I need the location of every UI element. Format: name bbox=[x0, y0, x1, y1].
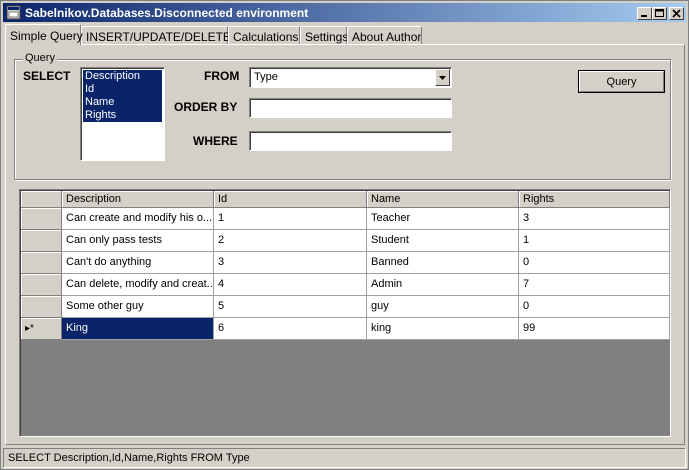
cell-description[interactable]: Can delete, modify and creat... bbox=[62, 274, 214, 296]
where-label: WHERE bbox=[193, 134, 238, 148]
from-value: Type bbox=[254, 71, 278, 83]
minimize-icon bbox=[641, 15, 647, 17]
row-header[interactable] bbox=[21, 252, 62, 274]
table-row[interactable]: Can't do anything 3 Banned 0 bbox=[21, 252, 670, 274]
query-group-label: Query bbox=[23, 52, 57, 64]
tab-about-author[interactable]: About Author bbox=[347, 26, 422, 44]
cell-id[interactable]: 6 bbox=[214, 318, 367, 340]
cell-name[interactable]: Admin bbox=[367, 274, 519, 296]
cell-description[interactable]: King bbox=[62, 318, 214, 340]
tab-simple-query[interactable]: Simple Query bbox=[5, 24, 83, 45]
cell-name[interactable]: guy bbox=[367, 296, 519, 318]
cell-name[interactable]: king bbox=[367, 318, 519, 340]
select-item-name[interactable]: Name bbox=[83, 96, 162, 109]
row-header[interactable] bbox=[21, 296, 62, 318]
cell-name[interactable]: Teacher bbox=[367, 208, 519, 230]
cell-rights[interactable]: 0 bbox=[519, 296, 670, 318]
cell-id[interactable]: 4 bbox=[214, 274, 367, 296]
table-row[interactable]: Can only pass tests 2 Student 1 bbox=[21, 230, 670, 252]
cell-id[interactable]: 5 bbox=[214, 296, 367, 318]
cell-rights[interactable]: 7 bbox=[519, 274, 670, 296]
cell-name[interactable]: Student bbox=[367, 230, 519, 252]
row-header[interactable] bbox=[21, 208, 62, 230]
table-row-current[interactable]: ▸* King 6 king 99 bbox=[21, 318, 670, 340]
column-header-rights[interactable]: Rights bbox=[519, 191, 670, 208]
cell-description[interactable]: Can only pass tests bbox=[62, 230, 214, 252]
from-combobox[interactable]: Type bbox=[249, 67, 452, 88]
tab-insert-update-delete[interactable]: INSERT/UPDATE/DELETE bbox=[81, 26, 231, 44]
from-dropdown-button[interactable] bbox=[435, 69, 450, 86]
column-header-name[interactable]: Name bbox=[367, 191, 519, 208]
minimize-button[interactable] bbox=[637, 7, 652, 20]
row-header[interactable] bbox=[21, 230, 62, 252]
grid-corner-header bbox=[21, 191, 62, 208]
select-columns-listbox[interactable]: Description Id Name Rights bbox=[80, 67, 165, 161]
cell-rights[interactable]: 0 bbox=[519, 252, 670, 274]
status-text: SELECT Description,Id,Name,Rights FROM T… bbox=[8, 452, 250, 464]
column-header-id[interactable]: Id bbox=[214, 191, 367, 208]
maximize-button[interactable] bbox=[652, 7, 667, 20]
table-row[interactable]: Can delete, modify and creat... 4 Admin … bbox=[21, 274, 670, 296]
cell-id[interactable]: 3 bbox=[214, 252, 367, 274]
cell-name[interactable]: Banned bbox=[367, 252, 519, 274]
select-item-rights[interactable]: Rights bbox=[83, 109, 162, 122]
title-bar[interactable]: Sabelnikov.Databases.Disconnected enviro… bbox=[3, 3, 686, 22]
table-row[interactable]: Some other guy 5 guy 0 bbox=[21, 296, 670, 318]
app-icon bbox=[6, 5, 21, 20]
cell-rights[interactable]: 3 bbox=[519, 208, 670, 230]
row-header[interactable] bbox=[21, 274, 62, 296]
select-label: SELECT bbox=[23, 69, 71, 83]
window-title: Sabelnikov.Databases.Disconnected enviro… bbox=[25, 6, 309, 20]
from-label: FROM bbox=[204, 69, 240, 83]
cell-description[interactable]: Can't do anything bbox=[62, 252, 214, 274]
query-button[interactable]: Query bbox=[578, 70, 665, 93]
current-row-indicator[interactable]: ▸* bbox=[21, 318, 62, 340]
tab-settings[interactable]: Settings bbox=[300, 26, 348, 44]
cell-description[interactable]: Can create and modify his o... bbox=[62, 208, 214, 230]
tab-calculations[interactable]: Calculations bbox=[228, 26, 300, 44]
grid-header-row: Description Id Name Rights bbox=[21, 191, 670, 208]
select-item-description[interactable]: Description bbox=[83, 70, 162, 83]
cell-rights[interactable]: 1 bbox=[519, 230, 670, 252]
results-grid[interactable]: Description Id Name Rights Can create an… bbox=[19, 189, 671, 437]
cell-rights[interactable]: 99 bbox=[519, 318, 670, 340]
where-input[interactable] bbox=[249, 131, 452, 151]
maximize-icon bbox=[655, 9, 664, 17]
chevron-down-icon bbox=[439, 75, 446, 80]
close-icon bbox=[672, 9, 681, 18]
column-header-description[interactable]: Description bbox=[62, 191, 214, 208]
table-row[interactable]: Can create and modify his o... 1 Teacher… bbox=[21, 208, 670, 230]
select-item-id[interactable]: Id bbox=[83, 83, 162, 96]
cell-id[interactable]: 2 bbox=[214, 230, 367, 252]
app-window: Sabelnikov.Databases.Disconnected enviro… bbox=[0, 0, 689, 470]
cell-description[interactable]: Some other guy bbox=[62, 296, 214, 318]
status-bar: SELECT Description,Id,Name,Rights FROM T… bbox=[3, 448, 686, 468]
query-button-label: Query bbox=[606, 75, 637, 88]
order-by-label: ORDER BY bbox=[174, 100, 238, 114]
close-button[interactable] bbox=[669, 7, 684, 20]
cell-id[interactable]: 1 bbox=[214, 208, 367, 230]
order-by-input[interactable] bbox=[249, 98, 452, 118]
